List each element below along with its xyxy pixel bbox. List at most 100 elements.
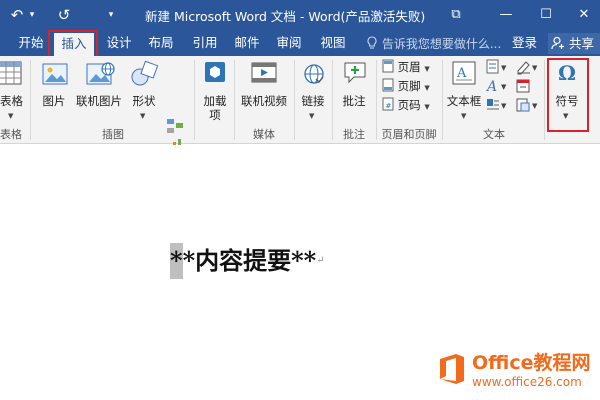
group-separator [544, 60, 545, 140]
insert-tab-highlight [48, 30, 98, 58]
addins-button[interactable]: 加载 项 [198, 60, 232, 124]
addins-label-2: 项 [209, 108, 221, 122]
header-icon [382, 59, 394, 73]
undo-icon[interactable]: ↶ [8, 5, 26, 25]
table-button[interactable]: 表格 ▼ [0, 60, 26, 120]
svg-text:A: A [456, 66, 467, 81]
tab-home[interactable]: 开始 [12, 34, 50, 54]
group-separator [442, 60, 443, 140]
tell-me-placeholder: 告诉我您想要做什么... [381, 37, 502, 51]
svg-text:▼: ▼ [501, 83, 507, 91]
wordart-icon[interactable]: A ▼ [486, 78, 516, 94]
online-video-icon [251, 62, 277, 83]
tab-references[interactable]: 引用 [186, 34, 224, 54]
tab-layout[interactable]: 布局 [142, 34, 180, 54]
header-label: 页眉 [397, 60, 421, 74]
tell-me-search[interactable]: 告诉我您想要做什么... [366, 36, 501, 52]
link-button[interactable]: 链接 ▼ [296, 60, 330, 124]
shapes-label: 形状 [132, 94, 156, 108]
person-icon [551, 36, 564, 50]
svg-text:A: A [486, 79, 497, 94]
link-label: 链接 [301, 94, 325, 108]
chevron-down-icon: ▼ [461, 112, 467, 120]
svg-text:▼: ▼ [501, 102, 507, 110]
online-picture-button[interactable]: 联机图片 [72, 60, 126, 120]
group-separator [294, 60, 295, 140]
page-number-label: 页码 [397, 98, 421, 112]
picture-button[interactable]: 图片 [38, 60, 70, 120]
tab-design[interactable]: 设计 [100, 34, 138, 54]
group-label-comments: 批注 [343, 128, 365, 141]
selected-character[interactable]: * [170, 243, 183, 279]
ribbon-insert: 表格 ▼ 表格 图片 联机图片 形状 ▼ 插图 加载 项 联机视频 媒体 链接 … [0, 56, 600, 172]
tab-view[interactable]: 视图 [314, 34, 352, 54]
svg-text:▼: ▼ [532, 102, 538, 110]
header-button[interactable]: 页眉 ▼ [382, 59, 430, 77]
ribbon-tab-bar: 开始 插入 设计 布局 引用 邮件 审阅 视图 告诉我您想要做什么... 登录 … [0, 30, 600, 58]
watermark-url: www.office26.com [472, 375, 582, 389]
chevron-down-icon: ▼ [424, 84, 430, 92]
ribbon-display-options-icon[interactable]: ⧉ [440, 2, 472, 28]
date-time-icon[interactable] [516, 78, 542, 94]
svg-text:▼: ▼ [532, 64, 538, 72]
share-label: 共享 [568, 36, 594, 51]
online-picture-icon [86, 62, 115, 85]
online-video-label: 联机视频 [241, 94, 287, 108]
comment-icon [344, 62, 366, 84]
page-number-button[interactable]: # 页码 ▼ [382, 97, 430, 115]
picture-label: 图片 [42, 94, 66, 108]
customize-qat-icon[interactable]: ▾ [104, 5, 118, 25]
undo-dropdown-icon[interactable]: ▾ [26, 5, 38, 25]
symbol-button-highlight [547, 58, 589, 132]
page-number-icon: # [382, 97, 394, 111]
group-label-media: 媒体 [253, 128, 275, 141]
chevron-down-icon: ▼ [140, 112, 146, 120]
chevron-down-icon: ▼ [309, 112, 315, 120]
comment-label: 批注 [342, 94, 366, 108]
svg-text:#: # [386, 102, 392, 110]
lightbulb-icon [367, 36, 377, 49]
textbox-label: 文本框 [446, 94, 482, 108]
textbox-button[interactable]: A 文本框 ▼ [444, 60, 484, 120]
table-icon [0, 61, 22, 85]
maximize-icon[interactable]: ☐ [530, 2, 562, 28]
watermark-brand: Office教程网 [472, 352, 591, 374]
group-label-text: 文本 [483, 128, 505, 141]
drop-cap-icon[interactable]: ▼ [486, 97, 516, 113]
login-link[interactable]: 登录 [512, 34, 537, 52]
title-bar: ↶ ▾ ↺ ▾ 新建 Microsoft Word 文档 - Word(产品激活… [0, 0, 600, 30]
share-button[interactable]: 共享 [548, 33, 600, 54]
group-label-header-footer: 页眉和页脚 [381, 128, 437, 141]
chevron-down-icon: ▼ [424, 65, 430, 73]
online-picture-label: 联机图片 [76, 94, 122, 108]
group-separator [30, 60, 31, 140]
office-logo-icon [440, 354, 464, 384]
footer-label: 页脚 [397, 79, 421, 93]
tab-mailings[interactable]: 邮件 [228, 34, 266, 54]
group-separator [234, 60, 235, 140]
group-label-tables: 表格 [0, 128, 22, 141]
group-separator [376, 60, 377, 140]
shapes-button[interactable]: 形状 ▼ [128, 60, 160, 120]
group-separator [194, 60, 195, 140]
shapes-icon [131, 60, 159, 86]
table-label: 表格 [0, 94, 23, 108]
link-icon [304, 64, 324, 84]
footer-button[interactable]: 页脚 ▼ [382, 78, 430, 96]
quick-parts-icon[interactable]: ▼ [486, 59, 516, 75]
close-icon[interactable]: ✕ [568, 2, 600, 28]
picture-icon [42, 63, 68, 85]
minimize-icon[interactable]: — [490, 2, 522, 28]
paragraph-mark: ↵ [316, 255, 325, 266]
comment-button[interactable]: 批注 [336, 60, 372, 120]
document-paragraph[interactable]: **内容提要**↵ [170, 243, 325, 279]
addins-icon [205, 62, 225, 82]
document-text[interactable]: *内容提要** [183, 246, 317, 275]
online-video-button[interactable]: 联机视频 [238, 60, 290, 120]
chevron-down-icon: ▼ [424, 103, 430, 111]
addins-label-1: 加载 [203, 94, 227, 108]
signature-line-icon[interactable]: ▼ [516, 59, 542, 75]
object-icon[interactable]: ▼ [516, 97, 542, 113]
redo-icon[interactable]: ↺ [54, 5, 74, 25]
tab-review[interactable]: 审阅 [270, 34, 308, 54]
